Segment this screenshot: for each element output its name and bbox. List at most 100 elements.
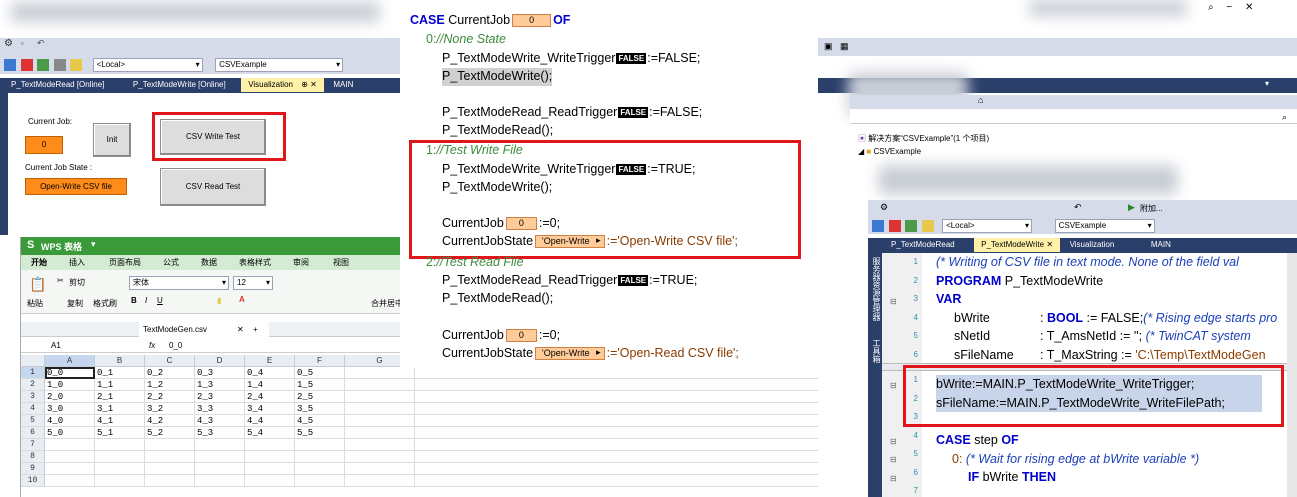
table-cell[interactable]: 5_4 [245,427,295,439]
table-cell[interactable] [195,463,245,475]
table-cell[interactable]: 4_3 [195,415,245,427]
table-cell[interactable] [345,475,415,487]
table-cell[interactable]: 3_0 [45,403,95,415]
tab-main[interactable]: MAIN [1144,238,1178,252]
tab-p-textmoderead[interactable]: P_TextModeRead [Online] [4,78,111,92]
table-cell[interactable] [195,451,245,463]
scrollbar[interactable] [1287,253,1297,497]
table-cell[interactable]: 1_1 [95,379,145,391]
table-cell[interactable]: 1_5 [295,379,345,391]
project-select[interactable]: CSVExample [215,58,344,72]
expand-icon[interactable]: ◢ [858,147,864,156]
table-cell[interactable]: 0_4 [245,367,295,379]
table-cell[interactable] [345,391,415,403]
tab-p-textmodewrite[interactable]: P_TextModeWrite [Online] [126,78,233,92]
table-cell[interactable]: 5_1 [95,427,145,439]
plc-icon[interactable] [4,59,16,71]
collapse-icon[interactable]: ⊟ [890,451,897,470]
table-cell[interactable]: 5_0 [45,427,95,439]
table-cell[interactable] [95,475,145,487]
tab-p-textmodewrite[interactable]: P_TextModeWrite ✕ [974,238,1061,252]
menu-data[interactable]: 数据 [201,255,217,270]
italic-button[interactable]: I [145,296,147,305]
paste-icon[interactable]: 📋 [29,276,46,293]
table-cell[interactable]: 2_5 [295,391,345,403]
toggle-icon[interactable] [921,220,934,232]
table-cell[interactable]: 3_5 [295,403,345,415]
project-node[interactable]: ◢ ■ CSVExample [858,147,921,156]
menu-home[interactable]: 开始 [31,255,47,270]
table-cell[interactable] [145,451,195,463]
table-cell[interactable]: 1_0 [45,379,95,391]
table-cell[interactable] [45,463,95,475]
table-cell[interactable]: 1_4 [245,379,295,391]
menu-review[interactable]: 审阅 [293,255,309,270]
table-cell[interactable] [145,463,195,475]
table-cell[interactable]: 4_2 [145,415,195,427]
attach-label[interactable]: 附加... [1140,203,1163,214]
font-select[interactable]: 宋体 [129,276,229,290]
restart-icon[interactable] [53,59,66,71]
online-value-currentjob[interactable]: 0 [512,14,552,28]
wps-title[interactable]: WPS 表格 [41,240,82,253]
tab-main[interactable]: MAIN [326,78,360,92]
menu-formula[interactable]: 公式 [163,255,179,270]
play-icon[interactable]: ▶ [1128,202,1135,213]
target-system-select[interactable]: <Local> [92,58,203,72]
table-cell[interactable]: 0_1 [95,367,145,379]
table-cell[interactable]: 0_0 [45,367,95,379]
merge-label[interactable]: 合并居中 [371,298,403,309]
table-cell[interactable] [45,439,95,451]
close-icon[interactable]: ✕ [1046,240,1053,249]
row-header[interactable]: 6 [21,427,45,439]
chevron-down-icon[interactable]: ▾ [1265,79,1269,88]
table-cell[interactable] [345,403,415,415]
table-cell[interactable] [245,463,295,475]
row-header[interactable]: 9 [21,463,45,475]
server-explorer-tab[interactable]: 服务器资源管理器 [872,257,881,321]
table-cell[interactable]: 4_1 [95,415,145,427]
config-icon[interactable] [888,220,901,232]
online-value-badge[interactable]: FALSE [618,275,649,287]
table-cell[interactable]: 0_3 [195,367,245,379]
toggle-icon[interactable] [70,59,83,71]
table-cell[interactable]: 2_3 [195,391,245,403]
table-cell[interactable] [95,451,145,463]
table-cell[interactable]: 3_3 [195,403,245,415]
online-value-badge[interactable]: FALSE [616,53,647,65]
row-header[interactable]: 10 [21,475,45,487]
tab-visualization[interactable]: Visualization [1063,238,1122,252]
grid-icon[interactable]: ▦ [840,41,849,52]
activate-icon[interactable] [37,59,50,71]
row-header[interactable]: 7 [21,439,45,451]
undo-icon[interactable]: ↶ [37,38,49,50]
row-header[interactable]: 1 [21,367,45,379]
home-icon[interactable]: ⌂ [978,95,983,105]
save-icon[interactable]: ▣ [824,41,833,52]
table-cell[interactable] [345,415,415,427]
online-value-jobstate[interactable]: 'Open-Write [535,347,605,361]
bold-button[interactable]: B [131,296,137,305]
new-icon[interactable]: ▫ [21,38,33,50]
table-cell[interactable] [45,451,95,463]
select-all-corner[interactable] [21,355,45,367]
online-value-badge[interactable]: FALSE [618,107,649,119]
table-cell[interactable]: 3_2 [145,403,195,415]
table-cell[interactable]: 1_3 [195,379,245,391]
table-cell[interactable] [245,475,295,487]
table-cell[interactable]: 4_0 [45,415,95,427]
collapse-icon[interactable]: ⊟ [890,433,897,452]
table-cell[interactable] [295,463,345,475]
table-cell[interactable] [245,451,295,463]
table-cell[interactable]: 5_2 [145,427,195,439]
table-cell[interactable]: 4_5 [295,415,345,427]
table-cell[interactable]: 2_1 [95,391,145,403]
column-header[interactable]: C [145,355,195,367]
paste-label[interactable]: 粘贴 [27,298,43,309]
minimize-icon[interactable]: − [1226,2,1232,13]
table-cell[interactable] [345,451,415,463]
table-cell[interactable] [95,439,145,451]
new-tab-icon[interactable]: + [253,322,258,337]
collapse-icon[interactable]: ⊟ [890,293,897,312]
table-cell[interactable] [295,439,345,451]
